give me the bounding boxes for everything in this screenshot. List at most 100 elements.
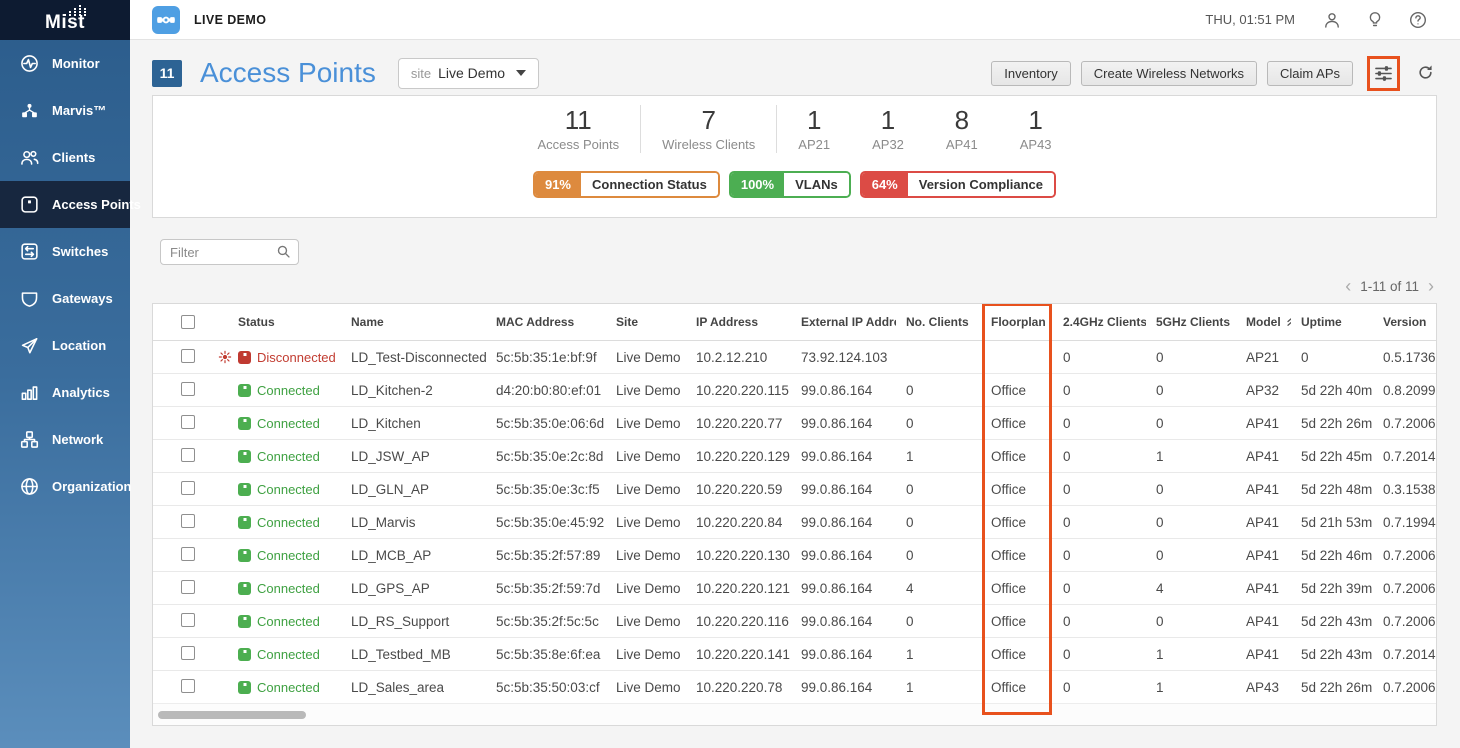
sidebar-item-organization[interactable]: Organization [0, 463, 130, 510]
column-header-no.-clients[interactable]: No. Clients [896, 315, 981, 329]
row-checkbox[interactable] [181, 415, 195, 429]
cell-ghz5: 1 [1146, 449, 1236, 464]
table-row[interactable]: ConnectedLD_JSW_AP5c:5b:35:0e:2c:8dLive … [153, 440, 1436, 473]
column-header-2.4ghz-clients[interactable]: 2.4GHz Clients [1053, 315, 1146, 329]
sidebar-item-marvis[interactable]: Marvis™ [0, 87, 130, 134]
help-icon[interactable] [1408, 10, 1428, 30]
row-checkbox[interactable] [181, 613, 195, 627]
cell-name: LD_Sales_area [341, 680, 486, 695]
cell-name: LD_JSW_AP [341, 449, 486, 464]
row-checkbox-cell [153, 580, 211, 597]
cell-ghz5: 0 [1146, 548, 1236, 563]
table-row[interactable]: ConnectedLD_GLN_AP5c:5b:35:0e:3c:f5Live … [153, 473, 1436, 506]
row-checkbox[interactable] [181, 382, 195, 396]
sidebar-item-monitor[interactable]: Monitor [0, 40, 130, 87]
sidebar-item-label: Monitor [52, 56, 100, 71]
org-brand[interactable]: LIVE DEMO [152, 6, 266, 34]
sidebar-item-location[interactable]: Location [0, 322, 130, 369]
access-points-icon [19, 194, 40, 215]
cell-mac: 5c:5b:35:0e:2c:8d [486, 449, 606, 464]
column-header-floorplan[interactable]: Floorplan [981, 315, 1053, 329]
cell-uptime: 5d 22h 43m [1291, 647, 1373, 662]
create-wireless-networks-button[interactable]: Create Wireless Networks [1081, 61, 1257, 86]
site-selector-value: Live Demo [438, 65, 505, 81]
sidebar-item-clients[interactable]: Clients [0, 134, 130, 181]
ap-table: StatusNameMAC AddressSiteIP AddressExter… [152, 303, 1437, 726]
column-header-model[interactable]: Model [1236, 315, 1291, 329]
column-header-uptime[interactable]: Uptime [1291, 315, 1373, 329]
column-header-name[interactable]: Name [341, 315, 486, 329]
cell-ip: 10.220.220.116 [686, 614, 791, 629]
sidebar-item-network[interactable]: Network [0, 416, 130, 463]
sidebar-item-label: Network [52, 432, 103, 447]
sidebar-item-gateways[interactable]: Gateways [0, 275, 130, 322]
table-row[interactable]: ConnectedLD_Kitchen5c:5b:35:0e:06:6dLive… [153, 407, 1436, 440]
inventory-button[interactable]: Inventory [991, 61, 1070, 86]
column-header-status[interactable]: Status [211, 315, 341, 329]
cell-site: Live Demo [606, 680, 686, 695]
cell-ghz5: 1 [1146, 680, 1236, 695]
table-row[interactable]: DisconnectedLD_Test-Disconnected5c:5b:35… [153, 341, 1436, 374]
cell-floorplan: Office [981, 548, 1053, 563]
cell-site: Live Demo [606, 482, 686, 497]
cell-ext_ip: 73.92.124.103 [791, 350, 896, 365]
sidebar-item-switches[interactable]: Switches [0, 228, 130, 275]
cell-site: Live Demo [606, 449, 686, 464]
column-header-label: Floorplan [991, 315, 1046, 329]
cell-ghz24: 0 [1053, 647, 1146, 662]
row-checkbox[interactable] [181, 514, 195, 528]
sidebar-item-analytics[interactable]: Analytics [0, 369, 130, 416]
cell-uptime: 0 [1291, 350, 1373, 365]
row-checkbox[interactable] [181, 646, 195, 660]
row-checkbox[interactable] [181, 547, 195, 561]
column-header-external-ip-address[interactable]: External IP Address [791, 315, 896, 329]
table-row[interactable]: ConnectedLD_Testbed_MB5c:5b:35:8e:6f:eaL… [153, 638, 1436, 671]
column-header-ip-address[interactable]: IP Address [686, 315, 791, 329]
table-row[interactable]: ConnectedLD_MCB_AP5c:5b:35:2f:57:89Live … [153, 539, 1436, 572]
cell-version: 0.7.20060 [1373, 548, 1437, 563]
column-header-site[interactable]: Site [606, 315, 686, 329]
cell-model: AP21 [1236, 350, 1291, 365]
next-page-icon[interactable]: › [1428, 277, 1434, 295]
refresh-icon[interactable] [1416, 63, 1437, 84]
cell-version: 0.7.20060 [1373, 581, 1437, 596]
table-row[interactable]: ConnectedLD_Kitchen-2d4:20:b0:80:ef:01Li… [153, 374, 1436, 407]
prev-page-icon[interactable]: ‹ [1345, 277, 1351, 295]
sidebar-item-label: Gateways [52, 291, 113, 306]
sidebar-item-access-points[interactable]: Access Points [0, 181, 130, 228]
row-checkbox[interactable] [181, 448, 195, 462]
table-row[interactable]: ConnectedLD_Sales_area5c:5b:35:50:03:cfL… [153, 671, 1436, 704]
cell-mac: 5c:5b:35:2f:59:7d [486, 581, 606, 596]
stat-item: 1AP32 [851, 105, 925, 153]
settings-sliders-icon[interactable] [1373, 63, 1394, 84]
cell-ext_ip: 99.0.86.164 [791, 515, 896, 530]
row-checkbox[interactable] [181, 349, 195, 363]
status-label: Connected [257, 383, 320, 398]
horizontal-scrollbar-thumb[interactable] [158, 711, 306, 719]
row-checkbox[interactable] [181, 580, 195, 594]
cell-floorplan: Office [981, 680, 1053, 695]
cell-uptime: 5d 22h 46m [1291, 548, 1373, 563]
table-row[interactable]: ConnectedLD_RS_Support5c:5b:35:2f:5c:5cL… [153, 605, 1436, 638]
column-header-version[interactable]: Version [1373, 315, 1437, 329]
stat-value: 1 [1020, 105, 1052, 136]
site-selector[interactable]: site Live Demo [398, 58, 539, 89]
column-header-label: Version [1383, 315, 1426, 329]
site-selector-label: site [411, 66, 431, 81]
table-row[interactable]: ConnectedLD_GPS_AP5c:5b:35:2f:59:7dLive … [153, 572, 1436, 605]
column-header-5ghz-clients[interactable]: 5GHz Clients [1146, 315, 1236, 329]
column-header-mac-address[interactable]: MAC Address [486, 315, 606, 329]
cell-clients: 4 [896, 581, 981, 596]
table-row[interactable]: ConnectedLD_Marvis5c:5b:35:0e:45:92Live … [153, 506, 1436, 539]
row-checkbox[interactable] [181, 679, 195, 693]
table-body: DisconnectedLD_Test-Disconnected5c:5b:35… [153, 341, 1436, 704]
toolbar-buttons: Inventory Create Wireless Networks Claim A… [991, 61, 1353, 86]
row-checkbox[interactable] [181, 481, 195, 495]
header-checkbox[interactable] [181, 315, 195, 329]
account-icon[interactable] [1322, 10, 1342, 30]
bulb-icon[interactable] [1365, 10, 1385, 30]
claim-aps-button[interactable]: Claim APs [1267, 61, 1353, 86]
cell-ghz24: 0 [1053, 680, 1146, 695]
compliance-badge-connection-status: 91%Connection Status [533, 171, 720, 198]
status-label: Disconnected [257, 350, 336, 365]
